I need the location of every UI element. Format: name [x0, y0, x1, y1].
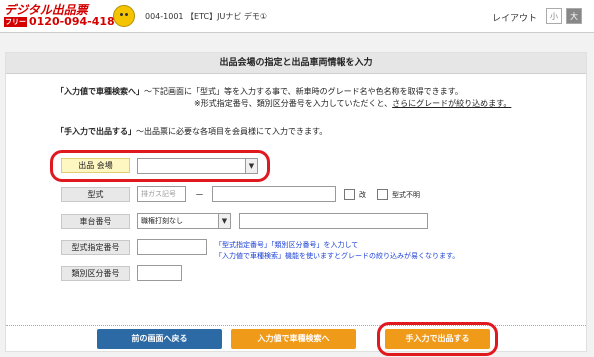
instruction-search-label: 「入力値で車種検索へ」	[56, 87, 144, 96]
chevron-down-icon: ▼	[245, 159, 257, 173]
instruction-manual: 「手入力で出品する」～出品票に必要な各項目を会員様にて入力できます。	[56, 126, 327, 137]
manual-entry-button[interactable]: 手入力で出品する	[385, 329, 490, 349]
modified-checkbox[interactable]	[344, 189, 355, 200]
model-input[interactable]	[212, 186, 336, 202]
main-card: 出品会場の指定と出品車両情報を入力 「入力値で車種検索へ」～下記画面に「型式」等…	[5, 52, 587, 352]
instruction-note-link: さらにグレードが絞り込めます。	[392, 99, 512, 108]
chevron-down-icon: ▼	[218, 214, 230, 228]
category-number-label: 類別区分番号	[61, 266, 130, 281]
back-button[interactable]: 前の画面へ戻る	[97, 329, 222, 349]
free-dial-badge: フリー	[4, 17, 27, 27]
category-number-input[interactable]	[137, 265, 182, 281]
instruction-note: ※形式指定番号、類別区分番号を入力していただくと、さらにグレードが絞り込めます。	[194, 98, 511, 109]
model-designation-input[interactable]	[137, 239, 207, 255]
layout-small-button[interactable]: 小	[546, 8, 562, 24]
logo-phone-line: フリー 0120-094-418	[4, 16, 115, 28]
venue-label: 出品 会場	[61, 158, 130, 173]
brand-logo: デジタル出品票 フリー 0120-094-418	[4, 4, 115, 28]
page-title: 出品会場の指定と出品車両情報を入力	[6, 53, 586, 74]
search-by-input-button[interactable]: 入力値で車種検索へ	[231, 329, 356, 349]
chassis-select[interactable]: 職権打刻なし ▼	[137, 213, 231, 229]
model-designation-label: 型式指定番号	[61, 240, 130, 255]
chassis-label: 車台番号	[61, 214, 130, 229]
chassis-input[interactable]	[239, 213, 428, 229]
shop-info: 004-1001 【ETC】JUナビ デモ①	[145, 12, 268, 21]
instruction-manual-label: 「手入力で出品する」	[56, 127, 136, 136]
model-label: 型式	[61, 187, 130, 202]
layout-large-button[interactable]: 大	[566, 8, 582, 24]
footer-divider	[6, 325, 586, 326]
instruction-search: 「入力値で車種検索へ」～下記画面に「型式」等を入力する事で、新車時のグレード名や…	[56, 86, 463, 97]
app-header: デジタル出品票 フリー 0120-094-418 004-1001 【ETC】JU…	[0, 0, 594, 33]
instruction-note-text: ※形式指定番号、類別区分番号を入力していただくと、	[194, 99, 393, 108]
layout-label: レイアウト	[492, 14, 538, 24]
instruction-search-text: ～下記画面に「型式」等を入力する事で、新車時のグレード名や色名称を取得できます。	[144, 87, 463, 96]
hint-note: 「型式指定番号」「類別区分番号」を入力して 「入力値で車種検索」機能を使いますと…	[215, 240, 459, 262]
instruction-manual-text: ～出品票に必要な各項目を会員様にて入力できます。	[136, 127, 328, 136]
mascot-icon	[113, 5, 135, 27]
model-dash: －	[195, 191, 205, 201]
emission-code-input[interactable]: 排ガス記号	[137, 186, 186, 202]
modified-checkbox-label: 改	[359, 191, 366, 199]
model-unknown-label: 型式不明	[392, 191, 420, 199]
venue-select[interactable]: ▼	[137, 158, 258, 174]
chassis-select-value: 職権打刻なし	[141, 217, 183, 225]
hint-note-line2: 「入力値で車種検索」機能を使いますとグレードの絞り込みが易くなります。	[215, 252, 460, 260]
hint-note-line1: 「型式指定番号」「類別区分番号」を入力して	[215, 241, 359, 249]
model-unknown-checkbox[interactable]	[377, 189, 388, 200]
logo-phone: 0120-094-418	[29, 15, 115, 28]
